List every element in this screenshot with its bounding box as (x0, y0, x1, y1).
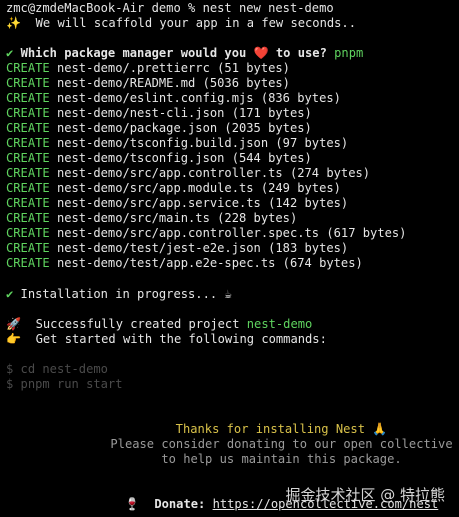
create-label: CREATE (6, 256, 50, 270)
create-line: CREATE nest-demo/src/app.module.ts (249 … (6, 181, 459, 196)
scaffold-text: We will scaffold your app in a few secon… (21, 16, 356, 30)
create-line: CREATE nest-demo/test/jest-e2e.json (183… (6, 241, 459, 256)
create-label: CREATE (6, 91, 50, 105)
created-file-path: nest-demo/src/app.service.ts (142 bytes) (56, 196, 349, 210)
create-line: CREATE nest-demo/nest-cli.json (171 byte… (6, 106, 459, 121)
create-label: CREATE (6, 211, 50, 225)
create-line: CREATE nest-demo/tsconfig.json (544 byte… (6, 151, 459, 166)
create-line: CREATE nest-demo/README.md (5036 bytes) (6, 76, 459, 91)
created-file-path: nest-demo/nest-cli.json (171 bytes) (56, 106, 312, 120)
installation-text: Installation in progress... (13, 287, 225, 301)
created-file-path: nest-demo/tsconfig.json (544 bytes) (56, 151, 312, 165)
create-label: CREATE (6, 106, 50, 120)
create-label: CREATE (6, 196, 50, 210)
create-line: CREATE nest-demo/.prettierrc (51 bytes) (6, 61, 459, 76)
sparkles-icon: ✨ (6, 16, 22, 30)
created-file-path: nest-demo/test/app.e2e-spec.ts (674 byte… (56, 256, 363, 270)
create-label: CREATE (6, 76, 50, 90)
checkmark-icon: ✔ (6, 46, 14, 60)
installation-status: ✔ Installation in progress... ☕ (6, 287, 459, 302)
create-label: CREATE (6, 166, 50, 180)
created-file-path: nest-demo/src/app.controller.ts (274 byt… (56, 166, 371, 180)
pointing-hand-icon: 👉 (6, 332, 22, 346)
heart-icon: ❤️ (253, 46, 269, 60)
scaffold-message: ✨ We will scaffold your app in a few sec… (6, 16, 459, 31)
donate-label: Donate: (154, 497, 206, 511)
watermark: 掘金技术社区 @ 特拉熊 (285, 486, 445, 504)
get-started-message: 👉 Get started with the following command… (6, 332, 459, 347)
thanks-text: Thanks for installing Nest (175, 422, 373, 436)
terminal-window[interactable]: zmc@zmdeMacBook-Air demo % nest new nest… (0, 0, 459, 517)
thanks-message: Thanks for installing Nest 🙏 (52, 422, 459, 437)
create-label: CREATE (6, 226, 50, 240)
created-file-path: nest-demo/src/app.controller.spec.ts (61… (56, 226, 407, 240)
create-label: CREATE (6, 136, 50, 150)
create-line: CREATE nest-demo/src/app.controller.spec… (6, 226, 459, 241)
created-file-path: nest-demo/tsconfig.build.json (97 bytes) (56, 136, 349, 150)
command-cd: $ cd nest-demo (6, 362, 108, 376)
package-manager-answer: pnpm (334, 46, 364, 60)
created-file-path: nest-demo/src/app.module.ts (249 bytes) (56, 181, 341, 195)
package-manager-question: ✔ Which package manager would you ❤️ to … (6, 46, 459, 61)
success-text: Successfully created project (21, 317, 247, 331)
wine-glass-icon: 🍷 (124, 497, 140, 511)
create-label: CREATE (6, 181, 50, 195)
create-line: CREATE nest-demo/src/app.service.ts (142… (6, 196, 459, 211)
create-label: CREATE (6, 61, 50, 75)
create-line: CREATE nest-demo/tsconfig.build.json (97… (6, 136, 459, 151)
created-file-path: nest-demo/src/main.ts (228 bytes) (56, 211, 298, 225)
question-text-end: to use? (268, 46, 327, 60)
create-label: CREATE (6, 241, 50, 255)
create-line: CREATE nest-demo/src/app.controller.ts (… (6, 166, 459, 181)
rocket-icon: 🚀 (6, 317, 22, 331)
praying-hands-icon: 🙏 (372, 422, 388, 436)
donate-appeal-line-1: Please consider donating to our open col… (110, 437, 453, 451)
question-text-start: Which package manager would you (20, 46, 254, 60)
create-label: CREATE (6, 121, 50, 135)
command-start: $ pnpm run start (6, 377, 123, 391)
create-line: CREATE nest-demo/package.json (2035 byte… (6, 121, 459, 136)
created-file-path: nest-demo/.prettierrc (51 bytes) (56, 61, 290, 75)
create-line: CREATE nest-demo/eslint.config.mjs (836 … (6, 91, 459, 106)
created-file-path: nest-demo/README.md (5036 bytes) (56, 76, 290, 90)
create-label: CREATE (6, 151, 50, 165)
create-line: CREATE nest-demo/test/app.e2e-spec.ts (6… (6, 256, 459, 271)
created-file-path: nest-demo/package.json (2035 bytes) (56, 121, 312, 135)
project-name: nest-demo (246, 317, 313, 331)
shell-prompt-line: zmc@zmdeMacBook-Air demo % nest new nest… (6, 1, 334, 15)
create-line: CREATE nest-demo/src/main.ts (228 bytes) (6, 211, 459, 226)
donate-appeal-line-2: to help us maintain this package. (161, 452, 402, 466)
created-file-path: nest-demo/test/jest-e2e.json (183 bytes) (56, 241, 349, 255)
success-message: 🚀 Successfully created project nest-demo (6, 317, 459, 332)
get-started-text: Get started with the following commands: (21, 332, 327, 346)
created-file-path: nest-demo/eslint.config.mjs (836 bytes) (56, 91, 341, 105)
coffee-icon: ☕ (224, 287, 232, 301)
